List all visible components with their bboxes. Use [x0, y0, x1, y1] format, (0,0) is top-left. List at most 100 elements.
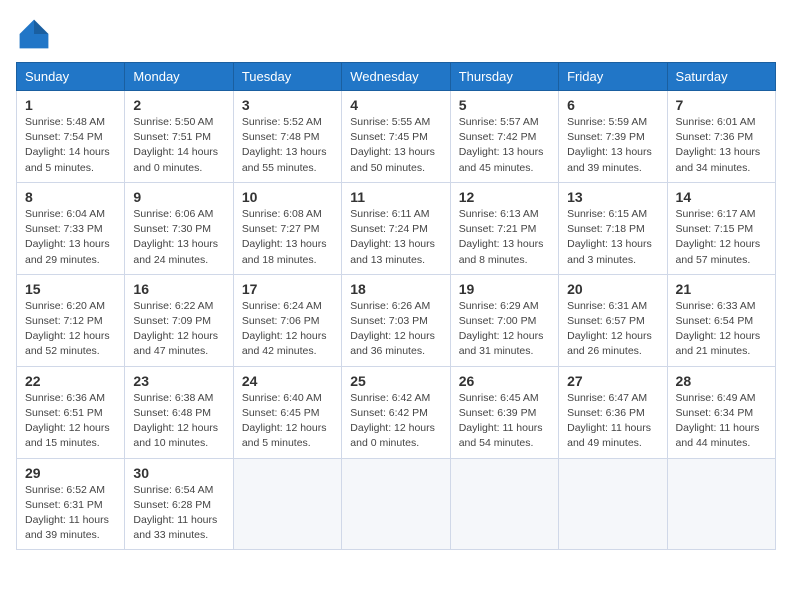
day-info: Sunrise: 6:45 AMSunset: 6:39 PMDaylight:…: [459, 391, 550, 452]
day-cell-29: 29 Sunrise: 6:52 AMSunset: 6:31 PMDayligh…: [17, 458, 125, 550]
day-cell-27: 27 Sunrise: 6:47 AMSunset: 6:36 PMDayligh…: [559, 366, 667, 458]
day-info: Sunrise: 6:42 AMSunset: 6:42 PMDaylight:…: [350, 391, 441, 452]
calendar-week-1: 1 Sunrise: 5:48 AMSunset: 7:54 PMDaylight…: [17, 91, 776, 183]
day-number: 13: [567, 189, 658, 205]
day-info: Sunrise: 6:49 AMSunset: 6:34 PMDaylight:…: [676, 391, 767, 452]
day-number: 7: [676, 97, 767, 113]
day-number: 21: [676, 281, 767, 297]
day-number: 24: [242, 373, 333, 389]
day-cell-2: 2 Sunrise: 5:50 AMSunset: 7:51 PMDaylight…: [125, 91, 233, 183]
weekday-header-row: SundayMondayTuesdayWednesdayThursdayFrid…: [17, 63, 776, 91]
day-info: Sunrise: 6:04 AMSunset: 7:33 PMDaylight:…: [25, 207, 116, 268]
day-number: 14: [676, 189, 767, 205]
day-info: Sunrise: 6:01 AMSunset: 7:36 PMDaylight:…: [676, 115, 767, 176]
day-cell-1: 1 Sunrise: 5:48 AMSunset: 7:54 PMDaylight…: [17, 91, 125, 183]
day-info: Sunrise: 6:36 AMSunset: 6:51 PMDaylight:…: [25, 391, 116, 452]
day-cell-18: 18 Sunrise: 6:26 AMSunset: 7:03 PMDayligh…: [342, 274, 450, 366]
day-cell-4: 4 Sunrise: 5:55 AMSunset: 7:45 PMDaylight…: [342, 91, 450, 183]
day-info: Sunrise: 6:38 AMSunset: 6:48 PMDaylight:…: [133, 391, 224, 452]
day-cell-16: 16 Sunrise: 6:22 AMSunset: 7:09 PMDayligh…: [125, 274, 233, 366]
calendar-week-4: 22 Sunrise: 6:36 AMSunset: 6:51 PMDayligh…: [17, 366, 776, 458]
day-number: 12: [459, 189, 550, 205]
empty-cell: [233, 458, 341, 550]
day-cell-25: 25 Sunrise: 6:42 AMSunset: 6:42 PMDayligh…: [342, 366, 450, 458]
day-info: Sunrise: 6:20 AMSunset: 7:12 PMDaylight:…: [25, 299, 116, 360]
day-number: 18: [350, 281, 441, 297]
day-info: Sunrise: 5:48 AMSunset: 7:54 PMDaylight:…: [25, 115, 116, 176]
day-info: Sunrise: 6:24 AMSunset: 7:06 PMDaylight:…: [242, 299, 333, 360]
day-info: Sunrise: 5:55 AMSunset: 7:45 PMDaylight:…: [350, 115, 441, 176]
day-cell-10: 10Sunrise: 6:08 AMSunset: 7:27 PMDayligh…: [233, 182, 341, 274]
header: [16, 16, 776, 52]
day-info: Sunrise: 5:50 AMSunset: 7:51 PMDaylight:…: [133, 115, 224, 176]
day-cell-8: 8 Sunrise: 6:04 AMSunset: 7:33 PMDaylight…: [17, 182, 125, 274]
day-number: 5: [459, 97, 550, 113]
day-number: 16: [133, 281, 224, 297]
empty-cell: [342, 458, 450, 550]
empty-cell: [559, 458, 667, 550]
day-info: Sunrise: 6:29 AMSunset: 7:00 PMDaylight:…: [459, 299, 550, 360]
day-cell-17: 17 Sunrise: 6:24 AMSunset: 7:06 PMDayligh…: [233, 274, 341, 366]
weekday-header-tuesday: Tuesday: [233, 63, 341, 91]
day-number: 19: [459, 281, 550, 297]
calendar: SundayMondayTuesdayWednesdayThursdayFrid…: [16, 62, 776, 550]
day-number: 4: [350, 97, 441, 113]
day-cell-23: 23Sunrise: 6:38 AMSunset: 6:48 PMDayligh…: [125, 366, 233, 458]
day-info: Sunrise: 6:33 AMSunset: 6:54 PMDaylight:…: [676, 299, 767, 360]
day-cell-3: 3 Sunrise: 5:52 AMSunset: 7:48 PMDaylight…: [233, 91, 341, 183]
day-number: 2: [133, 97, 224, 113]
day-info: Sunrise: 6:26 AMSunset: 7:03 PMDaylight:…: [350, 299, 441, 360]
day-number: 25: [350, 373, 441, 389]
weekday-header-sunday: Sunday: [17, 63, 125, 91]
weekday-header-monday: Monday: [125, 63, 233, 91]
day-cell-11: 11Sunrise: 6:11 AMSunset: 7:24 PMDayligh…: [342, 182, 450, 274]
day-cell-30: 30Sunrise: 6:54 AMSunset: 6:28 PMDayligh…: [125, 458, 233, 550]
day-info: Sunrise: 6:31 AMSunset: 6:57 PMDaylight:…: [567, 299, 658, 360]
day-number: 26: [459, 373, 550, 389]
weekday-header-saturday: Saturday: [667, 63, 775, 91]
day-info: Sunrise: 6:40 AMSunset: 6:45 PMDaylight:…: [242, 391, 333, 452]
weekday-header-friday: Friday: [559, 63, 667, 91]
calendar-week-5: 29 Sunrise: 6:52 AMSunset: 6:31 PMDayligh…: [17, 458, 776, 550]
day-number: 22: [25, 373, 116, 389]
day-info: Sunrise: 6:22 AMSunset: 7:09 PMDaylight:…: [133, 299, 224, 360]
day-number: 20: [567, 281, 658, 297]
day-cell-21: 21 Sunrise: 6:33 AMSunset: 6:54 PMDayligh…: [667, 274, 775, 366]
day-cell-28: 28 Sunrise: 6:49 AMSunset: 6:34 PMDayligh…: [667, 366, 775, 458]
day-number: 29: [25, 465, 116, 481]
day-info: Sunrise: 6:52 AMSunset: 6:31 PMDaylight:…: [25, 483, 116, 544]
day-number: 8: [25, 189, 116, 205]
day-number: 17: [242, 281, 333, 297]
day-number: 6: [567, 97, 658, 113]
day-cell-24: 24 Sunrise: 6:40 AMSunset: 6:45 PMDayligh…: [233, 366, 341, 458]
day-cell-12: 12 Sunrise: 6:13 AMSunset: 7:21 PMDayligh…: [450, 182, 558, 274]
day-cell-13: 13 Sunrise: 6:15 AMSunset: 7:18 PMDayligh…: [559, 182, 667, 274]
day-cell-15: 15 Sunrise: 6:20 AMSunset: 7:12 PMDayligh…: [17, 274, 125, 366]
logo: [16, 16, 56, 52]
day-info: Sunrise: 5:57 AMSunset: 7:42 PMDaylight:…: [459, 115, 550, 176]
day-info: Sunrise: 6:11 AMSunset: 7:24 PMDaylight:…: [350, 207, 441, 268]
day-info: Sunrise: 6:13 AMSunset: 7:21 PMDaylight:…: [459, 207, 550, 268]
empty-cell: [667, 458, 775, 550]
day-info: Sunrise: 6:54 AMSunset: 6:28 PMDaylight:…: [133, 483, 224, 544]
logo-icon: [16, 16, 52, 52]
day-info: Sunrise: 5:59 AMSunset: 7:39 PMDaylight:…: [567, 115, 658, 176]
day-info: Sunrise: 6:06 AMSunset: 7:30 PMDaylight:…: [133, 207, 224, 268]
day-number: 28: [676, 373, 767, 389]
day-info: Sunrise: 6:47 AMSunset: 6:36 PMDaylight:…: [567, 391, 658, 452]
day-number: 3: [242, 97, 333, 113]
calendar-week-2: 8 Sunrise: 6:04 AMSunset: 7:33 PMDaylight…: [17, 182, 776, 274]
day-number: 1: [25, 97, 116, 113]
day-cell-20: 20 Sunrise: 6:31 AMSunset: 6:57 PMDayligh…: [559, 274, 667, 366]
day-cell-14: 14 Sunrise: 6:17 AMSunset: 7:15 PMDayligh…: [667, 182, 775, 274]
day-number: 15: [25, 281, 116, 297]
day-number: 27: [567, 373, 658, 389]
calendar-week-3: 15 Sunrise: 6:20 AMSunset: 7:12 PMDayligh…: [17, 274, 776, 366]
day-cell-26: 26 Sunrise: 6:45 AMSunset: 6:39 PMDayligh…: [450, 366, 558, 458]
day-cell-22: 22 Sunrise: 6:36 AMSunset: 6:51 PMDayligh…: [17, 366, 125, 458]
day-cell-19: 19 Sunrise: 6:29 AMSunset: 7:00 PMDayligh…: [450, 274, 558, 366]
day-info: Sunrise: 5:52 AMSunset: 7:48 PMDaylight:…: [242, 115, 333, 176]
day-cell-7: 7 Sunrise: 6:01 AMSunset: 7:36 PMDaylight…: [667, 91, 775, 183]
day-info: Sunrise: 6:17 AMSunset: 7:15 PMDaylight:…: [676, 207, 767, 268]
day-info: Sunrise: 6:15 AMSunset: 7:18 PMDaylight:…: [567, 207, 658, 268]
